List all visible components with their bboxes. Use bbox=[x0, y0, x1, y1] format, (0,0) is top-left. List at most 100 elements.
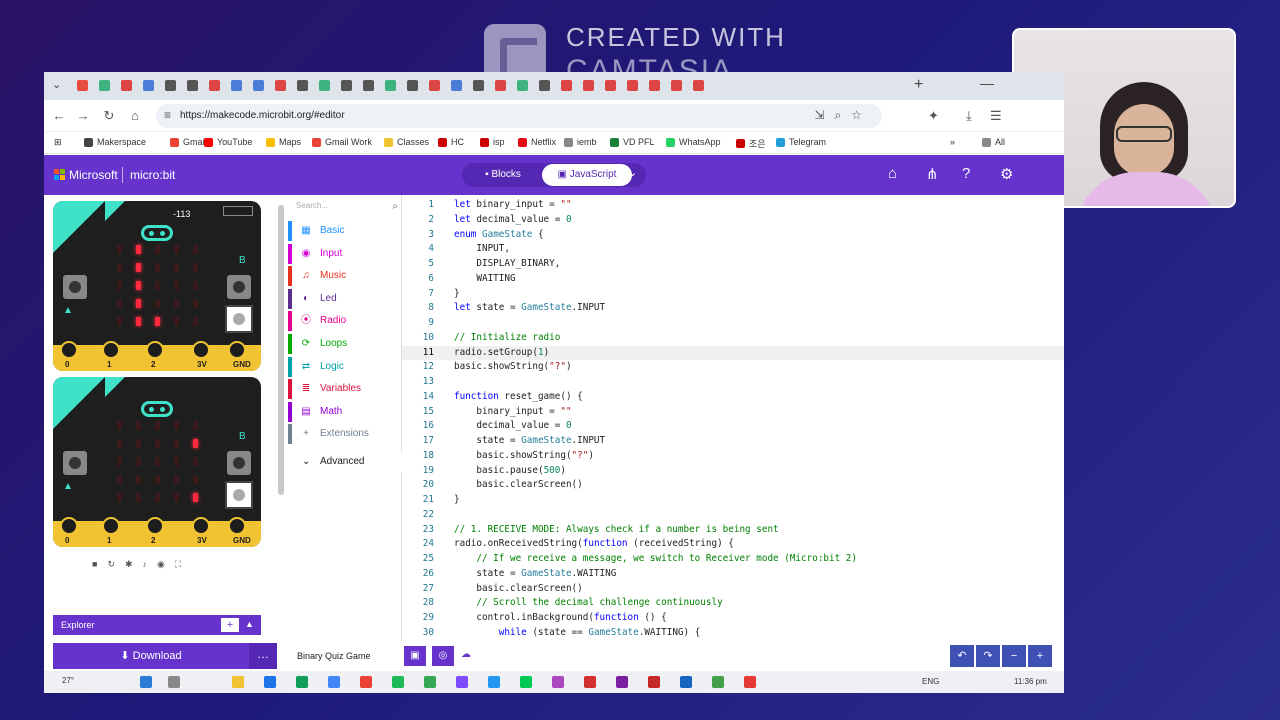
browser-tab[interactable] bbox=[404, 78, 426, 94]
code-line[interactable]: 17 state = GameState.INPUT bbox=[402, 434, 1064, 449]
pin-0[interactable] bbox=[60, 517, 78, 535]
reload-icon[interactable]: ↻ bbox=[100, 108, 118, 124]
code-line[interactable]: 13 bbox=[402, 375, 1064, 390]
bookmark-item[interactable]: YouTube bbox=[204, 137, 252, 147]
browser-tab[interactable] bbox=[250, 78, 272, 94]
site-info-icon[interactable]: ≡ bbox=[164, 108, 171, 122]
app-icon[interactable] bbox=[264, 676, 276, 688]
pin-2[interactable] bbox=[146, 517, 164, 535]
app-icon[interactable] bbox=[616, 676, 628, 688]
browser-tab[interactable] bbox=[140, 78, 162, 94]
zoom-in-icon[interactable]: + bbox=[1028, 645, 1052, 667]
minimize-button[interactable]: — bbox=[980, 75, 994, 91]
code-line[interactable]: 24 radio.onReceivedString(function (recei… bbox=[402, 537, 1064, 552]
code-line[interactable]: 5 DISPLAY_BINARY, bbox=[402, 257, 1064, 272]
category-extensions[interactable]: + Extensions bbox=[288, 424, 402, 445]
app-icon[interactable] bbox=[392, 676, 404, 688]
browser-tab[interactable] bbox=[272, 78, 294, 94]
bookmark-item[interactable]: Classes bbox=[384, 137, 429, 147]
bookmark-item[interactable]: Gmail bbox=[170, 137, 207, 147]
code-line[interactable]: 11 radio.setGroup(1) bbox=[402, 345, 1064, 361]
browser-tab[interactable] bbox=[338, 78, 360, 94]
button-b[interactable] bbox=[227, 451, 251, 475]
weather-widget[interactable]: 27° bbox=[62, 676, 74, 685]
microbit-simulator-1[interactable]: -113 ▲ B 0 1 2 3V GND bbox=[53, 201, 261, 371]
home-icon[interactable]: ⌂ bbox=[126, 108, 144, 123]
browser-tab[interactable] bbox=[184, 78, 206, 94]
category-basic[interactable]: ▦ Basic bbox=[288, 221, 402, 241]
file-explorer-icon[interactable] bbox=[232, 676, 244, 688]
app-icon[interactable] bbox=[488, 676, 500, 688]
browser-tab[interactable] bbox=[316, 78, 338, 94]
browser-tab[interactable] bbox=[624, 78, 646, 94]
touch-logo-icon[interactable] bbox=[141, 401, 173, 417]
zoom-out-icon[interactable]: − bbox=[1002, 645, 1026, 667]
app-icon[interactable] bbox=[296, 676, 308, 688]
back-icon[interactable]: ← bbox=[50, 108, 68, 123]
browser-tab[interactable] bbox=[294, 78, 316, 94]
address-bar[interactable]: ≡ https://makecode.microbit.org/#editor … bbox=[156, 104, 882, 128]
blocks-tab[interactable]: ▪ Blocks bbox=[462, 163, 544, 187]
browser-tab[interactable] bbox=[448, 78, 470, 94]
code-line[interactable]: 27 basic.clearScreen() bbox=[402, 582, 1064, 597]
browser-tab[interactable] bbox=[96, 78, 118, 94]
category-radio[interactable]: ⦿ Radio bbox=[288, 311, 402, 332]
browser-tab[interactable] bbox=[118, 78, 140, 94]
code-line[interactable]: 3 enum GameState { bbox=[402, 228, 1064, 243]
code-line[interactable]: 2 let decimal_value = 0 bbox=[402, 213, 1064, 228]
browser-tab[interactable] bbox=[690, 78, 712, 94]
share-icon[interactable]: ⋔ bbox=[926, 165, 939, 183]
bookmark-item[interactable]: Maps bbox=[266, 137, 301, 147]
toolbox-search[interactable]: Search... ⌕ bbox=[296, 201, 398, 215]
code-line[interactable]: 20 basic.clearScreen() bbox=[402, 478, 1064, 493]
project-name-input[interactable]: Binary Quiz Game bbox=[294, 645, 402, 667]
microbit-brand[interactable]: micro:bit bbox=[130, 168, 175, 182]
browser-tab[interactable] bbox=[602, 78, 624, 94]
code-line[interactable]: 26 state = GameState.WAITING bbox=[402, 567, 1064, 582]
code-line[interactable]: 28 // Scroll the decimal challenge conti… bbox=[402, 596, 1064, 611]
extensions-icon[interactable]: ✦ bbox=[928, 108, 939, 124]
downloads-icon[interactable]: ⤓ bbox=[966, 108, 972, 124]
button-a[interactable] bbox=[63, 275, 87, 299]
browser-tab[interactable] bbox=[668, 78, 690, 94]
cloud-icon[interactable]: ☁ bbox=[461, 649, 471, 660]
settings-gear-icon[interactable]: ⚙ bbox=[1000, 165, 1013, 183]
explorer-bar[interactable]: Explorer + ▲ bbox=[53, 615, 261, 635]
code-line[interactable]: 14 function reset_game() { bbox=[402, 390, 1064, 405]
code-line[interactable]: 30 while (state == GameState.WAITING) { bbox=[402, 626, 1064, 641]
apps-icon[interactable]: ⊞ bbox=[54, 137, 62, 148]
mute-icon[interactable]: ♪ bbox=[143, 559, 148, 573]
button-ab[interactable] bbox=[225, 481, 253, 509]
code-line[interactable]: 19 basic.pause(500) bbox=[402, 464, 1064, 479]
menu-list-icon[interactable]: ☰ bbox=[990, 108, 1002, 124]
browser-tab[interactable] bbox=[382, 78, 404, 94]
camtasia-icon[interactable] bbox=[360, 676, 372, 688]
github-icon[interactable]: ◎ bbox=[432, 646, 454, 666]
button-a[interactable] bbox=[63, 451, 87, 475]
pin-2[interactable] bbox=[146, 341, 164, 359]
tab-search-icon[interactable]: ⌄ bbox=[52, 78, 61, 91]
pin-3v[interactable] bbox=[192, 517, 210, 535]
category-logic[interactable]: ⇄ Logic bbox=[288, 356, 402, 377]
pin-3v[interactable] bbox=[192, 341, 210, 359]
browser-tab[interactable] bbox=[558, 78, 580, 94]
browser-tab[interactable] bbox=[162, 78, 184, 94]
bookmark-item[interactable]: HC bbox=[438, 137, 464, 147]
help-icon[interactable]: ? bbox=[962, 165, 970, 182]
bookmark-item[interactable]: WhatsApp bbox=[666, 137, 721, 147]
browser-tab[interactable] bbox=[426, 78, 448, 94]
code-line[interactable]: 6 WAITING bbox=[402, 272, 1064, 287]
code-line[interactable]: 9 bbox=[402, 316, 1064, 331]
code-line[interactable]: 18 basic.showString("?") bbox=[402, 449, 1064, 464]
screenshot-icon[interactable]: ◉ bbox=[157, 559, 165, 573]
all-bookmarks[interactable]: All bbox=[982, 137, 1005, 147]
language-dropdown-icon[interactable]: ⌄ bbox=[628, 166, 637, 179]
pin-0[interactable] bbox=[60, 341, 78, 359]
start-icon[interactable] bbox=[140, 676, 152, 688]
browser-tab[interactable] bbox=[360, 78, 382, 94]
code-line[interactable]: 10 // Initialize radio bbox=[402, 331, 1064, 346]
code-line[interactable]: 21} bbox=[402, 493, 1064, 508]
pin-1[interactable] bbox=[102, 517, 120, 535]
microbit-simulator-2[interactable]: ▲ B 0 1 2 3V GND bbox=[53, 377, 261, 547]
code-line[interactable]: 4 INPUT, bbox=[402, 242, 1064, 257]
